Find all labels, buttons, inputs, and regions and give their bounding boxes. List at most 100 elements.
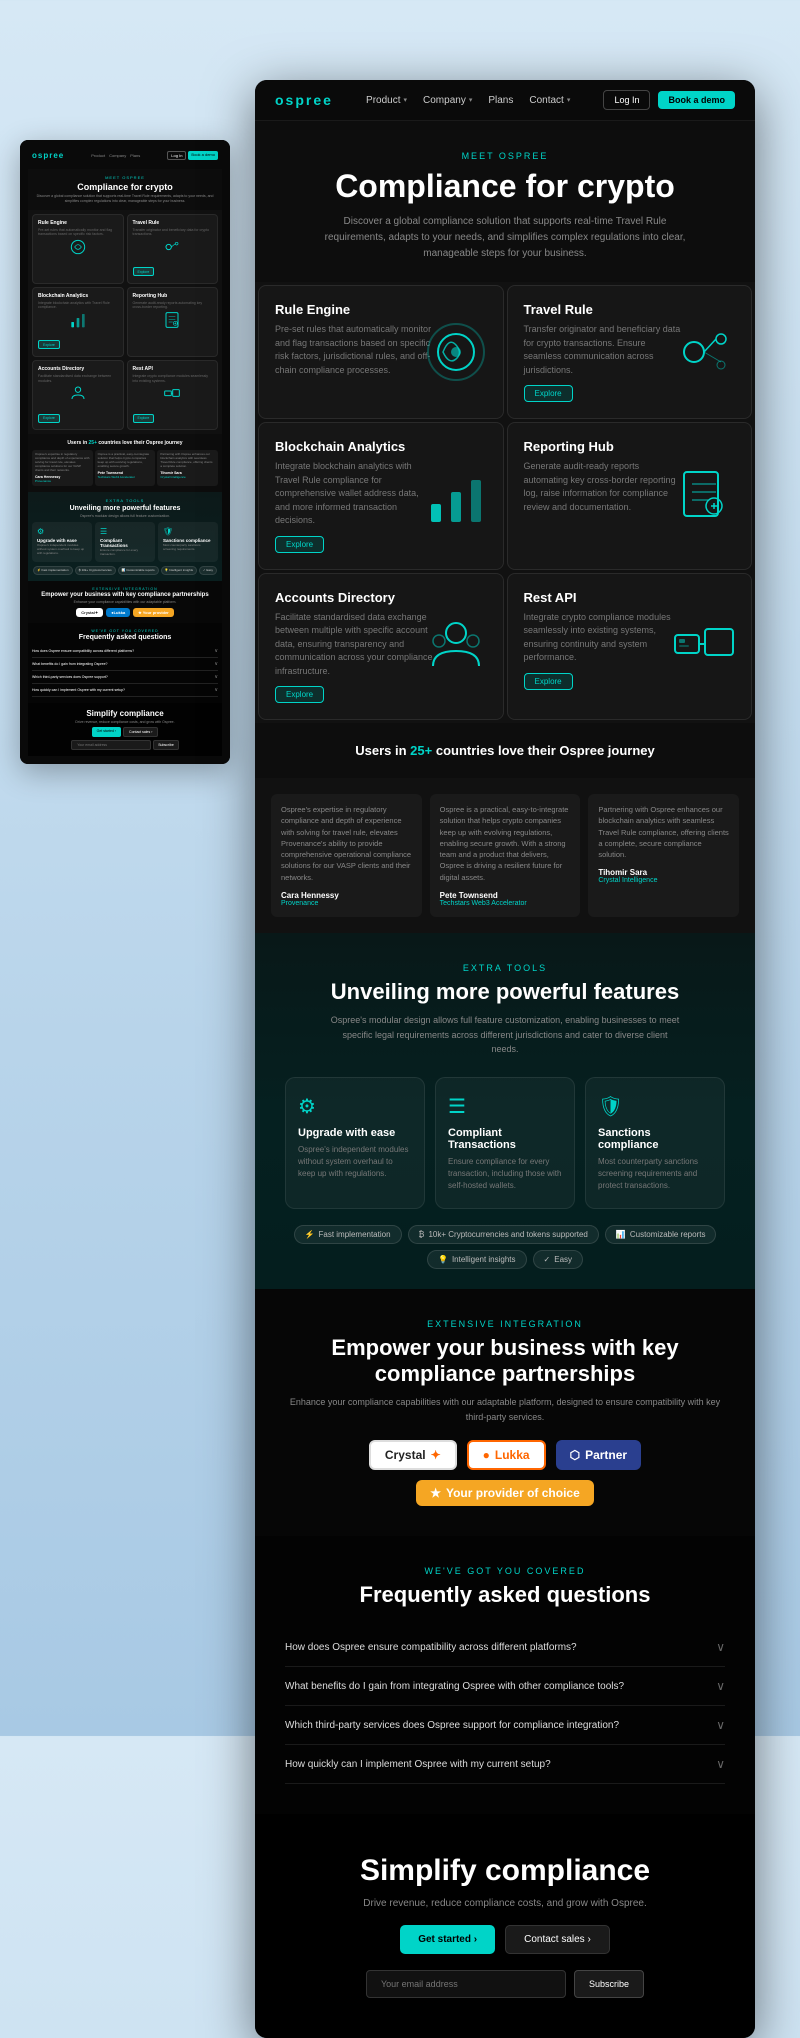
lp-subscribe-button[interactable]: Subscribe bbox=[153, 740, 179, 750]
faq-chevron-3: ∨ bbox=[716, 1718, 725, 1732]
lp-cta-section: Simplify compliance Drive revenue, reduc… bbox=[28, 703, 222, 756]
lp-lukka-logo: ●Lukka bbox=[106, 608, 130, 617]
transactions-icon: ☰ bbox=[448, 1094, 562, 1119]
partner3-name: Partner bbox=[585, 1448, 627, 1462]
transactions-desc: Ensure compliance for every transaction,… bbox=[448, 1156, 562, 1192]
lp-login-button[interactable]: Log In bbox=[167, 151, 186, 160]
testimonial-card-1: Ospree's expertise in regulatory complia… bbox=[271, 794, 422, 917]
nav-plans-link[interactable]: Plans bbox=[488, 95, 513, 106]
lp-feature-sanctions: 🛡 Sanctions compliance Most counterparty… bbox=[158, 522, 218, 562]
lp-testimonials: Ospree's expertise in regulatory complia… bbox=[32, 450, 218, 485]
blockchain-explore-button[interactable]: Explore bbox=[275, 536, 324, 553]
rest-api-desc: Integrate crypto compliance modules seam… bbox=[524, 611, 684, 665]
faq-question-2: What benefits do I gain from integrating… bbox=[285, 1681, 624, 1692]
lp-card-accounts-icon bbox=[68, 383, 88, 403]
lp-card-rule-engine-desc: Pre-set rules that automatically monitor… bbox=[38, 228, 118, 237]
feature-card-sanctions: 🛡 Sanctions compliance Most counterparty… bbox=[585, 1077, 725, 1209]
crystal-logo: Crystal ✦ bbox=[369, 1440, 457, 1470]
lp-card-accounts-title: Accounts Directory bbox=[38, 366, 118, 372]
accounts-explore-button[interactable]: Explore bbox=[275, 686, 324, 703]
contact-sales-button[interactable]: Contact sales › bbox=[505, 1925, 610, 1954]
navigation: ospree Product ▾ Company ▾ Plans Contact… bbox=[255, 80, 755, 121]
testimonial-2-author: Pete Townsend bbox=[440, 891, 571, 900]
hero-section: MEET OSPREE Compliance for crypto Discov… bbox=[255, 121, 755, 282]
lp-email-input[interactable] bbox=[71, 740, 151, 750]
lp-faq-item-1[interactable]: How does Ospree ensure compatibility acr… bbox=[32, 645, 218, 658]
lp-ease-title: Upgrade with ease bbox=[37, 538, 87, 543]
feature-card-ease: ⚙ Upgrade with ease Ospree's independent… bbox=[285, 1077, 425, 1209]
travel-rule-title: Travel Rule bbox=[524, 302, 736, 317]
badges-row: ⚡Fast implementation ₿10k+ Cryptocurrenc… bbox=[285, 1225, 725, 1269]
nav-actions: Log In Book a demo bbox=[603, 90, 735, 110]
lp-explore-accounts[interactable]: Explore bbox=[38, 414, 60, 423]
lp-faq-chevron-3: ∨ bbox=[214, 674, 218, 680]
lp-card-blockchain-desc: Integrate blockchain analytics with Trav… bbox=[38, 301, 118, 310]
lp-explore-rest-api[interactable]: Explore bbox=[133, 414, 155, 423]
hero-title: Compliance for crypto bbox=[295, 169, 715, 204]
lp-explore-travel-rule[interactable]: Explore bbox=[133, 267, 155, 276]
email-input[interactable] bbox=[366, 1970, 566, 1998]
testimonial-2-company: Techstars Web3 Accelerator bbox=[440, 900, 571, 907]
lp-cta-buttons: Get started › Contact sales › bbox=[32, 727, 218, 737]
faq-item-3[interactable]: Which third-party services does Ospree s… bbox=[285, 1706, 725, 1745]
crypto-icon: ₿ bbox=[419, 1230, 425, 1239]
left-preview: ospree Product Company Plans Log In Book… bbox=[20, 140, 230, 764]
lp-sanctions-desc: Most counterparty sanctions screening re… bbox=[163, 544, 213, 552]
insights-icon: 💡 bbox=[438, 1255, 448, 1264]
lp-card-rest-api: Rest API Integrate crypto compliance mod… bbox=[127, 360, 219, 430]
countries-suffix: countries love their Ospree journey bbox=[432, 743, 655, 758]
lukka-dot: ● bbox=[483, 1448, 490, 1462]
countries-count: 25+ bbox=[410, 743, 432, 758]
crystal-name: Crystal bbox=[385, 1448, 426, 1462]
nav-product-chevron: ▾ bbox=[404, 96, 408, 104]
get-started-button[interactable]: Get started › bbox=[400, 1925, 495, 1954]
rule-engine-desc: Pre-set rules that automatically monitor… bbox=[275, 323, 435, 377]
lp-faq-q2: What benefits do I gain from integrating… bbox=[32, 662, 108, 666]
lp-testimonial-2: Ospree is a practical, easy-to-integrate… bbox=[95, 450, 156, 485]
integrations-description: Enhance your compliance capabilities wit… bbox=[285, 1395, 725, 1424]
lp-get-started-button[interactable]: Get started › bbox=[92, 727, 121, 737]
book-demo-button[interactable]: Book a demo bbox=[658, 91, 735, 109]
travel-rule-explore-button[interactable]: Explore bbox=[524, 385, 573, 402]
lp-faq-item-4[interactable]: How quickly can I implement Ospree with … bbox=[32, 684, 218, 697]
lp-demo-button[interactable]: Book a demo bbox=[188, 151, 218, 160]
lp-faq-item-2[interactable]: What benefits do I gain from integrating… bbox=[32, 658, 218, 671]
login-button[interactable]: Log In bbox=[603, 90, 650, 110]
testimonial-1-company: Provenance bbox=[281, 900, 412, 907]
lp-faq-item-3[interactable]: Which third-party services does Ospree s… bbox=[32, 671, 218, 684]
badge-easy: ✓Easy bbox=[533, 1250, 584, 1269]
partner3-icon: ⬡ bbox=[570, 1448, 580, 1462]
features-cards: ⚙ Upgrade with ease Ospree's independent… bbox=[285, 1077, 725, 1209]
lp-card-reporting-icon bbox=[162, 310, 182, 330]
faq-item-4[interactable]: How quickly can I implement Ospree with … bbox=[285, 1745, 725, 1784]
reporting-hub-desc: Generate audit-ready reports automating … bbox=[524, 460, 684, 514]
badge-crypto: ₿10k+ Cryptocurrencies and tokens suppor… bbox=[408, 1225, 599, 1244]
testimonials-section: Ospree's expertise in regulatory complia… bbox=[255, 778, 755, 933]
rest-api-explore-button[interactable]: Explore bbox=[524, 673, 573, 690]
lp-explore-blockchain[interactable]: Explore bbox=[38, 340, 60, 349]
lp-card-blockchain-title: Blockchain Analytics bbox=[38, 293, 118, 299]
faq-question-3: Which third-party services does Ospree s… bbox=[285, 1720, 619, 1731]
faq-item-1[interactable]: How does Ospree ensure compatibility acr… bbox=[285, 1628, 725, 1667]
nav-product-link[interactable]: Product ▾ bbox=[366, 95, 407, 106]
fast-icon: ⚡ bbox=[305, 1230, 315, 1239]
lp-card-blockchain-icon bbox=[68, 310, 88, 330]
lp-crystal-logo: Crystal✦ bbox=[76, 608, 103, 617]
accounts-directory-desc: Facilitate standardised data exchange be… bbox=[275, 611, 435, 679]
lp-faq-sub: WE'VE GOT YOU COVERED bbox=[32, 629, 218, 633]
countries-text: Users in 25+ countries love their Ospree… bbox=[275, 743, 735, 758]
nav-contact-chevron: ▾ bbox=[567, 96, 571, 104]
nav-product-label: Product bbox=[366, 95, 400, 106]
lp-contact-sales-button[interactable]: Contact sales › bbox=[123, 727, 158, 737]
faq-item-2[interactable]: What benefits do I gain from integrating… bbox=[285, 1667, 725, 1706]
testimonial-3-text: Partnering with Ospree enhances our bloc… bbox=[598, 804, 729, 860]
lp-testimonial-2-text: Ospree is a practical, easy-to-integrate… bbox=[98, 453, 153, 469]
lp-hero: MEET OSPREE Compliance for crypto Discov… bbox=[28, 169, 222, 210]
subscribe-button[interactable]: Subscribe bbox=[574, 1970, 644, 1998]
lp-integrations-desc: Enhance your compliance capabilities wit… bbox=[32, 600, 218, 604]
reports-icon: 📊 bbox=[616, 1230, 626, 1239]
lp-feature-transactions: ☰ Compliant Transactions Ensure complian… bbox=[95, 522, 155, 562]
lp-card-travel-rule-title: Travel Rule bbox=[133, 220, 213, 226]
nav-company-link[interactable]: Company ▾ bbox=[423, 95, 472, 106]
nav-contact-link[interactable]: Contact ▾ bbox=[529, 95, 570, 106]
